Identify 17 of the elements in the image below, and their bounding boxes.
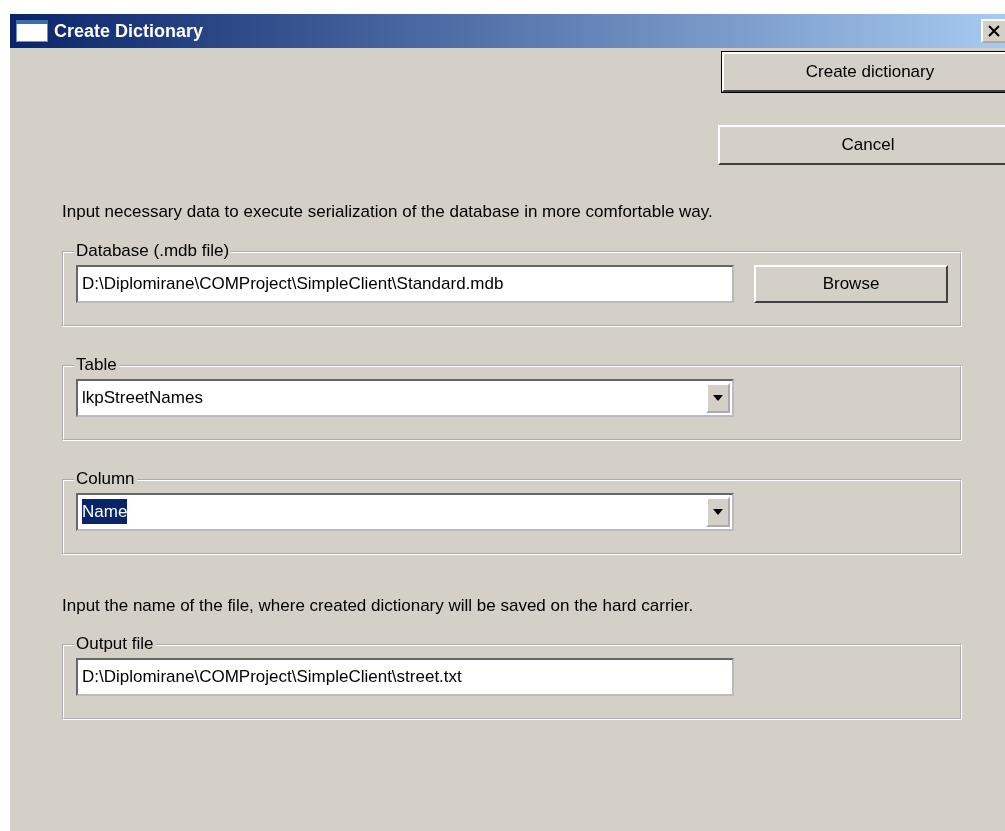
window-title: Create Dictionary (54, 19, 204, 43)
browse-button[interactable]: Browse (754, 264, 948, 303)
close-button[interactable] (981, 19, 1005, 43)
dropdown-button[interactable] (706, 382, 730, 413)
text-field[interactable]: D:\Diplomirane\COMProject\SimpleClient\Standard.mdb (76, 264, 734, 303)
dropdown-button[interactable] (706, 496, 730, 527)
cancel-button[interactable]: Cancel (718, 125, 1005, 165)
create-button[interactable]: Create dictionary (722, 52, 1005, 92)
caret-icon (713, 394, 723, 401)
dropdown-field[interactable]: lkpStreetNames (76, 378, 734, 417)
text-field[interactable]: D:\Diplomirane\COMProject\SimpleClient\street.txt (76, 658, 734, 696)
dropdown-field[interactable]: Name (76, 492, 734, 531)
caret-icon (713, 508, 723, 515)
window-icon (16, 20, 48, 42)
instruction-text: Input necessary data to execute serialization of the database in more comfortable way. (62, 201, 714, 223)
close-icon (988, 25, 1000, 37)
instruction-text: Input the name of the file, where created dictionary will be saved on the hard carrier. (62, 594, 695, 617)
